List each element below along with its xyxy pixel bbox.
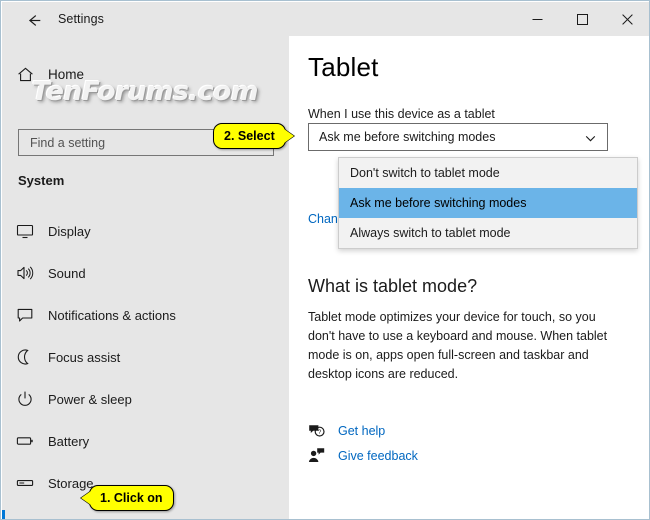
sidebar-item-label: Display [48,223,91,239]
section-subheading: What is tablet mode? [308,276,478,296]
sidebar-item-label: Focus assist [48,349,121,365]
minimize-button[interactable] [515,2,560,36]
dropdown-option[interactable]: Always switch to tablet mode [339,218,637,248]
callout-step-1: 1. Click on [81,485,174,511]
sidebar-item-label: Notifications & actions [48,307,176,323]
sidebar-item-notifications[interactable]: Notifications & actions [2,294,289,336]
feedback-person-icon [308,447,338,464]
drive-icon [2,474,48,492]
title-bar: Settings [2,2,649,36]
page-title: Tablet [308,52,379,82]
callout-tail-icon [81,491,91,505]
sidebar: Home System Display [2,36,289,519]
monitor-icon [2,222,48,240]
back-button[interactable] [18,6,50,34]
settings-window: Settings Home Find a setting System Disp… [0,0,650,520]
sidebar-item-label: Battery [48,433,90,449]
maximize-button[interactable] [560,2,605,36]
get-help-link[interactable]: ? Get help [308,418,418,443]
power-icon [2,390,48,408]
selection-indicator [2,510,5,519]
tablet-mode-dropdown-list[interactable]: Don't switch to tablet mode Ask me befor… [338,157,638,249]
chat-bubble-icon [2,306,48,324]
close-button[interactable] [605,2,649,36]
dropdown-option[interactable]: Don't switch to tablet mode [339,158,637,188]
callout-step-2: 2. Select [213,123,294,149]
tablet-mode-combobox[interactable]: Ask me before switching modes [308,123,608,151]
help-bubble-icon: ? [308,422,338,439]
callout-label: 1. Click on [100,491,163,505]
chevron-down-icon [584,132,597,150]
sidebar-home-label: Home [48,66,85,82]
sidebar-item-label: Sound [48,265,86,281]
caption-button-group [515,2,649,36]
sidebar-item-power-sleep[interactable]: Power & sleep [2,378,289,420]
tablet-mode-description: Tablet mode optimizes your device for to… [308,310,608,381]
battery-icon [2,432,48,450]
svg-text:?: ? [318,429,322,436]
sidebar-item-home[interactable]: Home [2,57,289,91]
sidebar-item-battery[interactable]: Battery [2,420,289,462]
callout-tail-icon [283,129,294,143]
combobox-value: Ask me before switching modes [319,130,496,144]
moon-icon [2,348,48,366]
link-label: Give feedback [338,448,418,463]
sidebar-item-label: Power & sleep [48,391,132,407]
link-label: Get help [338,423,386,438]
tablet-touch-icon [2,516,48,519]
window-title: Settings [58,12,104,26]
callout-label: 2. Select [224,129,275,143]
help-links: ? Get help Give feedback [308,418,418,468]
sidebar-item-focus-assist[interactable]: Focus assist [2,336,289,378]
sidebar-item-label: Storage [48,475,94,491]
search-input[interactable] [28,134,242,151]
main-content: Tablet When I use this device as a table… [289,36,649,519]
sidebar-section-header: System [18,173,65,188]
sidebar-item-display[interactable]: Display [2,210,289,252]
speaker-icon [2,264,48,282]
dropdown-option-selected[interactable]: Ask me before switching modes [339,188,637,218]
tablet-mode-field-label: When I use this device as a tablet [308,107,495,121]
give-feedback-link[interactable]: Give feedback [308,443,418,468]
sidebar-nav-list: Display Sound Notifications & actions Fo… [2,210,289,519]
sidebar-item-sound[interactable]: Sound [2,252,289,294]
home-icon [2,66,48,83]
